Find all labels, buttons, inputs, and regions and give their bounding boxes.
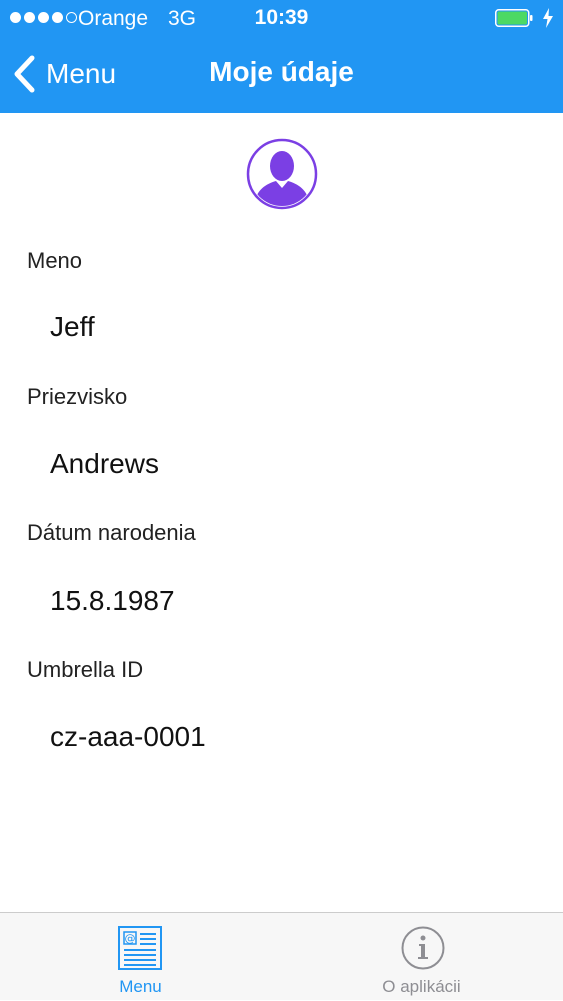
field-label-first-name: Meno — [27, 248, 83, 273]
status-bar: Orange 3G 10:39 — [0, 0, 563, 36]
user-avatar-icon — [246, 138, 318, 210]
top-bar: Orange 3G 10:39 Menu Moje údaje — [0, 0, 563, 113]
tab-about[interactable]: O aplikácii — [281, 913, 562, 1001]
info-icon — [401, 926, 445, 970]
tab-bar: @ Menu O aplikácii — [0, 912, 563, 1000]
tab-menu[interactable]: @ Menu — [0, 913, 281, 1001]
tab-about-label: O aplikácii — [382, 977, 461, 996]
navigation-bar: Menu Moje údaje — [0, 36, 563, 113]
svg-text:@: @ — [125, 932, 136, 945]
field-value-birth-date: 15.8.1987 — [50, 585, 175, 616]
charging-bolt-icon — [543, 8, 553, 28]
page-title: Moje údaje — [209, 56, 354, 87]
battery-charging-icon — [495, 9, 533, 27]
newsletter-icon: @ — [118, 926, 162, 970]
status-time: 10:39 — [254, 6, 309, 29]
tab-menu-label: Menu — [119, 977, 162, 996]
field-value-last-name: Andrews — [50, 448, 159, 479]
field-label-birth-date: Dátum narodenia — [27, 520, 196, 545]
field-label-last-name: Priezvisko — [27, 384, 128, 409]
field-value-first-name: Jeff — [50, 311, 95, 342]
field-value-umbrella-id: cz-aaa-0001 — [50, 721, 206, 752]
field-label-umbrella-id: Umbrella ID — [27, 657, 144, 682]
